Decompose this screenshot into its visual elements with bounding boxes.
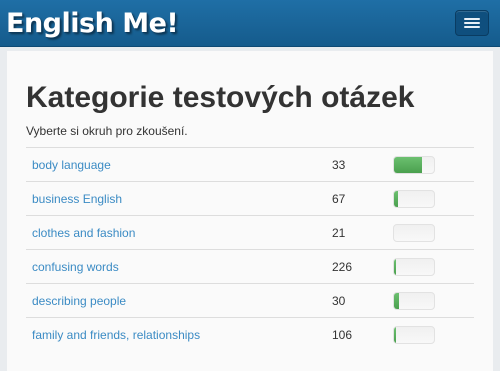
question-count: 21	[332, 215, 388, 250]
menu-toggle-button[interactable]	[455, 10, 489, 36]
progress-fill	[394, 326, 396, 343]
progress-bar	[393, 155, 435, 174]
progress-fill	[394, 190, 398, 207]
category-row: clothes and fashion 21	[26, 215, 474, 250]
category-link[interactable]: confusing words	[32, 260, 119, 274]
category-row: family and friends, relationships 106	[26, 317, 474, 351]
brand-logo[interactable]: English Me!	[6, 8, 179, 39]
question-count: 106	[332, 317, 388, 351]
question-count: 30	[332, 283, 388, 318]
progress-bar	[393, 223, 435, 242]
category-row: describing people 30	[26, 283, 474, 318]
question-count: 226	[332, 249, 388, 284]
category-row: business English 67	[26, 181, 474, 216]
progress-bar	[393, 257, 435, 276]
question-count: 67	[332, 181, 388, 216]
category-link[interactable]: clothes and fashion	[32, 226, 135, 240]
category-link[interactable]: family and friends, relationships	[32, 328, 200, 342]
hamburger-icon	[464, 18, 480, 20]
question-count: 33	[332, 147, 388, 182]
progress-fill	[394, 292, 399, 309]
progress-fill	[394, 258, 396, 275]
category-link[interactable]: business English	[32, 192, 122, 206]
category-link[interactable]: body language	[32, 158, 111, 172]
category-row: body language 33	[26, 147, 474, 182]
category-link[interactable]: describing people	[32, 294, 126, 308]
page-title: Kategorie testových otázek	[26, 81, 415, 114]
main-content: Kategorie testových otázek Vyberte si ok…	[7, 51, 493, 371]
page-subtitle: Vyberte si okruh pro zkoušení.	[26, 124, 188, 138]
progress-fill	[394, 156, 422, 173]
category-row: confusing words 226	[26, 249, 474, 284]
progress-bar	[393, 291, 435, 310]
navbar: English Me!	[0, 0, 500, 47]
category-table: body language 33 business English 67 clothes…	[26, 147, 474, 351]
progress-bar	[393, 189, 435, 208]
progress-bar	[393, 325, 435, 344]
